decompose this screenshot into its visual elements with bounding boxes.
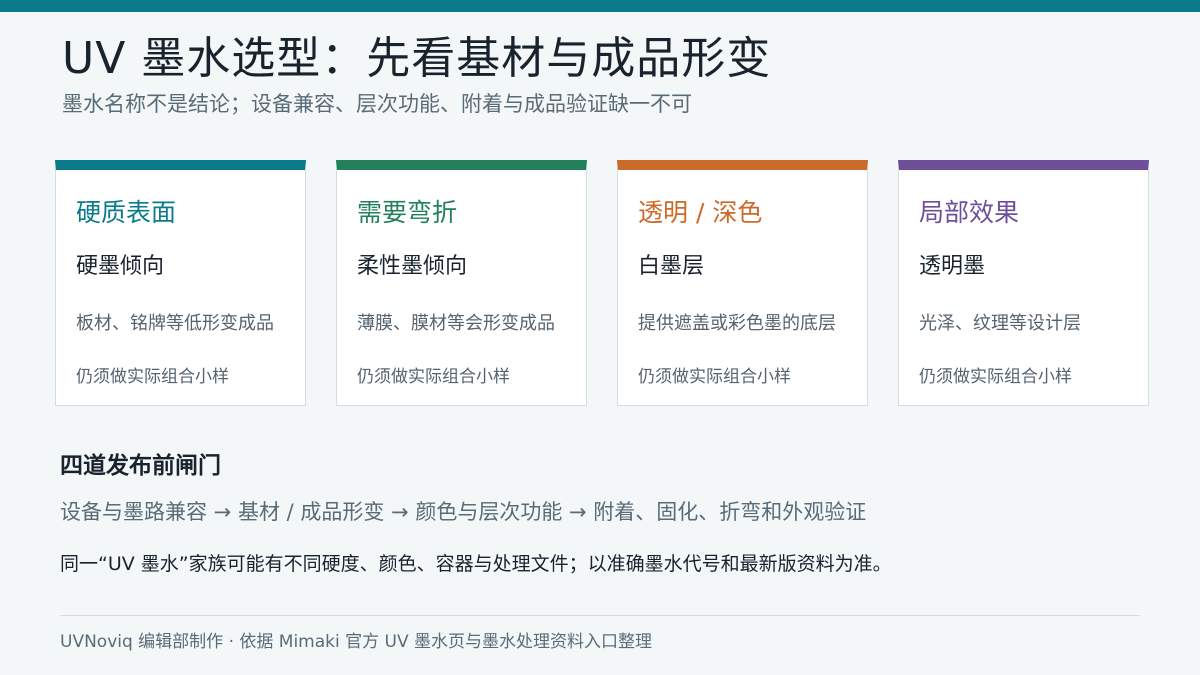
card-description: 提供遮盖或彩色墨的底层	[638, 313, 836, 334]
card-note: 仍须做实际组合小样	[76, 367, 229, 387]
card-heading: 透明墨	[919, 254, 986, 279]
card-description: 板材、铭牌等低形变成品	[76, 313, 274, 334]
top-accent-bar	[0, 0, 1200, 12]
card-title: 硬质表面	[76, 198, 177, 227]
footer-credit: UVNoviq 编辑部制作 · 依据 Mimaki 官方 UV 墨水页与墨水处理…	[60, 632, 653, 652]
card-heading: 白墨层	[638, 254, 705, 279]
page-title: UV 墨水选型：先看基材与成品形变	[62, 33, 772, 84]
card-transparent-dark: 透明 / 深色 白墨层 提供遮盖或彩色墨的底层 仍须做实际组合小样	[617, 160, 868, 406]
card-heading: 硬墨倾向	[76, 254, 165, 279]
card-title: 需要弯折	[357, 198, 458, 227]
gates-title: 四道发布前闸门	[60, 453, 221, 479]
card-note: 仍须做实际组合小样	[638, 367, 791, 387]
card-local-effect: 局部效果 透明墨 光泽、纹理等设计层 仍须做实际组合小样	[898, 160, 1149, 406]
gates-flow: 设备与墨路兼容 → 基材 / 成品形变 → 颜色与层次功能 → 附着、固化、折弯…	[60, 500, 867, 524]
ink-family-note: 同一“UV 墨水”家族可能有不同硬度、颜色、容器与处理文件；以准确墨水代号和最新…	[60, 553, 892, 575]
card-hard-surface: 硬质表面 硬墨倾向 板材、铭牌等低形变成品 仍须做实际组合小样	[55, 160, 306, 406]
page-subtitle: 墨水名称不是结论；设备兼容、层次功能、附着与成品验证缺一不可	[62, 92, 692, 116]
card-heading: 柔性墨倾向	[357, 254, 468, 279]
card-note: 仍须做实际组合小样	[357, 367, 510, 387]
card-description: 光泽、纹理等设计层	[919, 313, 1081, 334]
card-title: 局部效果	[919, 198, 1020, 227]
card-description: 薄膜、膜材等会形变成品	[357, 313, 555, 334]
card-title: 透明 / 深色	[638, 198, 763, 227]
ink-type-cards: 硬质表面 硬墨倾向 板材、铭牌等低形变成品 仍须做实际组合小样 需要弯折 柔性墨…	[55, 160, 1149, 406]
footer-divider	[60, 615, 1140, 616]
card-bendable: 需要弯折 柔性墨倾向 薄膜、膜材等会形变成品 仍须做实际组合小样	[336, 160, 587, 406]
card-note: 仍须做实际组合小样	[919, 367, 1072, 387]
